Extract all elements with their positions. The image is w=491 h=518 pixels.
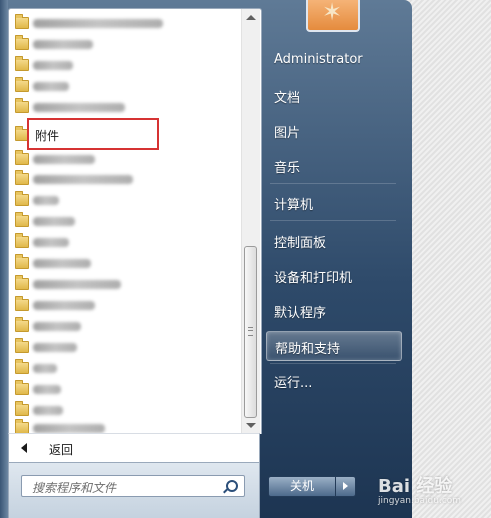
program-folder[interactable]: [9, 253, 239, 274]
blurred-label: [33, 322, 81, 331]
folder-icon: [15, 338, 29, 353]
scroll-down-arrow-icon[interactable]: [246, 423, 256, 428]
arrow-right-icon: [343, 482, 348, 490]
folder-icon: [15, 35, 29, 50]
blurred-label: [33, 40, 93, 49]
program-list-scrollbar[interactable]: [241, 9, 260, 434]
back-button[interactable]: 返回: [8, 433, 260, 463]
documents-item[interactable]: 文档: [266, 81, 402, 111]
blurred-label: [33, 175, 133, 184]
folder-icon: [15, 296, 29, 311]
blurred-label: [33, 196, 59, 205]
program-folder[interactable]: [9, 190, 239, 211]
program-folder[interactable]: [9, 13, 239, 34]
blurred-label: [33, 280, 121, 289]
blurred-label: [33, 343, 77, 352]
folder-icon: [15, 401, 29, 416]
blurred-label: [33, 238, 69, 247]
blurred-label: [33, 103, 125, 112]
program-folder[interactable]: [9, 379, 239, 400]
program-folder[interactable]: [9, 295, 239, 316]
folder-icon: [15, 317, 29, 332]
folder-icon: [15, 170, 29, 185]
back-arrow-icon: [21, 443, 27, 453]
user-name-item[interactable]: Administrator: [266, 46, 402, 76]
accessories-highlight-box: [27, 118, 159, 150]
all-programs-panel: 附件: [8, 8, 262, 434]
default-programs-item[interactable]: 默认程序: [266, 296, 402, 326]
scrollbar-thumb[interactable]: [244, 246, 257, 418]
folder-icon: [15, 14, 29, 29]
blurred-label: [33, 406, 63, 415]
search-icon[interactable]: [226, 480, 238, 492]
program-folder[interactable]: [9, 97, 239, 118]
folder-icon: [15, 212, 29, 227]
grip-icon: [248, 327, 253, 336]
program-folder[interactable]: [9, 274, 239, 295]
folder-icon: [15, 191, 29, 206]
folder-icon: [15, 380, 29, 395]
blurred-label: [33, 385, 61, 394]
program-folder[interactable]: [9, 149, 239, 170]
folder-icon: [15, 359, 29, 374]
search-placeholder: 搜索程序和文件: [32, 481, 117, 495]
blurred-label: [33, 217, 75, 226]
blurred-label: [33, 155, 95, 164]
blurred-label: [33, 19, 163, 28]
start-menu: 附件 返回 搜索程序和文件 ✶ Administrator 文档 图片 音乐 计…: [0, 0, 412, 518]
user-picture[interactable]: ✶: [306, 0, 360, 32]
right-separator: [270, 363, 396, 364]
blurred-label: [33, 364, 57, 373]
folder-icon: [15, 77, 29, 92]
program-list: 附件: [9, 9, 239, 434]
program-folder[interactable]: [9, 211, 239, 232]
menu-left-edge: [0, 0, 8, 518]
blurred-label: [33, 61, 73, 70]
music-item[interactable]: 音乐: [266, 151, 402, 181]
scroll-up-arrow-icon[interactable]: [246, 15, 256, 20]
folder-icon: [15, 56, 29, 71]
folder-icon: [15, 254, 29, 269]
blurred-label: [33, 82, 69, 91]
watermark-url: jingyan.baidu.com: [378, 496, 462, 506]
right-separator: [270, 220, 396, 221]
help-support-item[interactable]: 帮助和支持: [266, 331, 402, 361]
computer-item[interactable]: 计算机: [266, 188, 402, 218]
folder-icon: [15, 98, 29, 113]
blurred-label: [33, 424, 105, 433]
blurred-label: [33, 259, 91, 268]
program-folder[interactable]: [9, 55, 239, 76]
right-separator: [270, 183, 396, 184]
starfish-icon: ✶: [322, 0, 343, 26]
back-label: 返回: [49, 443, 74, 457]
folder-icon: [15, 233, 29, 248]
shutdown-button[interactable]: 关机: [268, 476, 336, 497]
devices-printers-item[interactable]: 设备和打印机: [266, 261, 402, 291]
program-folder[interactable]: [9, 76, 239, 97]
program-folder[interactable]: [9, 169, 239, 190]
program-folder[interactable]: [9, 358, 239, 379]
program-folder[interactable]: [9, 316, 239, 337]
watermark-logo: Bai 经验: [378, 476, 453, 497]
program-folder[interactable]: [9, 232, 239, 253]
program-folder[interactable]: [9, 337, 239, 358]
control-panel-item[interactable]: 控制面板: [266, 226, 402, 256]
folder-icon: [15, 275, 29, 290]
search-area: 搜索程序和文件: [8, 463, 260, 518]
search-input[interactable]: 搜索程序和文件: [21, 475, 245, 497]
program-folder[interactable]: [9, 418, 239, 434]
folder-icon: [15, 150, 29, 165]
blurred-label: [33, 301, 95, 310]
baidu-watermark: Bai 经验 jingyan.baidu.com: [378, 472, 488, 512]
shutdown-options-button[interactable]: [336, 476, 356, 497]
program-folder[interactable]: [9, 34, 239, 55]
run-item[interactable]: 运行...: [266, 366, 402, 396]
pictures-item[interactable]: 图片: [266, 116, 402, 146]
